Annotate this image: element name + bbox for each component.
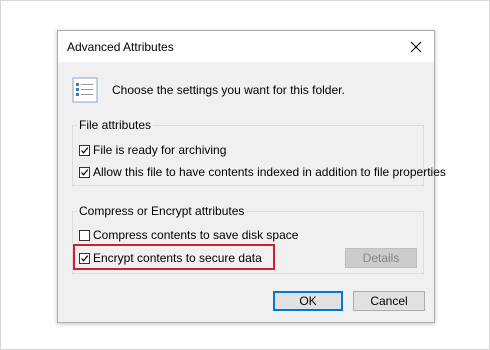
archive-checkbox-row[interactable]: File is ready for archiving [79, 142, 226, 158]
close-button[interactable] [398, 31, 434, 62]
header-text: Choose the settings you want for this fo… [112, 83, 345, 97]
close-icon [410, 41, 422, 52]
archive-checkbox[interactable] [79, 144, 90, 156]
file-attributes-group: File attributes File is ready for archiv… [72, 118, 446, 186]
details-button[interactable]: Details [345, 248, 417, 268]
checkmark-icon [81, 146, 89, 154]
index-checkbox[interactable] [79, 166, 90, 178]
dialog-header: Choose the settings you want for this fo… [72, 77, 412, 105]
screenshot-canvas: Advanced Attributes Choose the settings … [0, 0, 490, 350]
compress-label: Compress contents to save disk space [93, 228, 299, 242]
cancel-button[interactable]: Cancel [353, 291, 425, 311]
archive-label: File is ready for archiving [93, 143, 227, 157]
compress-checkbox[interactable] [79, 229, 90, 241]
title-bar[interactable]: Advanced Attributes [58, 31, 434, 62]
index-checkbox-row[interactable]: Allow this file to have contents indexed… [79, 164, 446, 180]
checkmark-icon [81, 168, 89, 176]
index-label: Allow this file to have contents indexed… [93, 165, 446, 179]
ok-button[interactable]: OK [273, 291, 343, 311]
encrypt-option-highlight [73, 244, 275, 270]
compress-encrypt-label: Compress or Encrypt attributes [77, 204, 247, 218]
dialog-title: Advanced Attributes [67, 40, 174, 54]
advanced-attributes-dialog: Advanced Attributes Choose the settings … [57, 30, 446, 323]
file-attributes-label: File attributes [77, 118, 154, 132]
compress-checkbox-row[interactable]: Compress contents to save disk space [79, 227, 298, 243]
settings-list-icon [72, 77, 98, 103]
